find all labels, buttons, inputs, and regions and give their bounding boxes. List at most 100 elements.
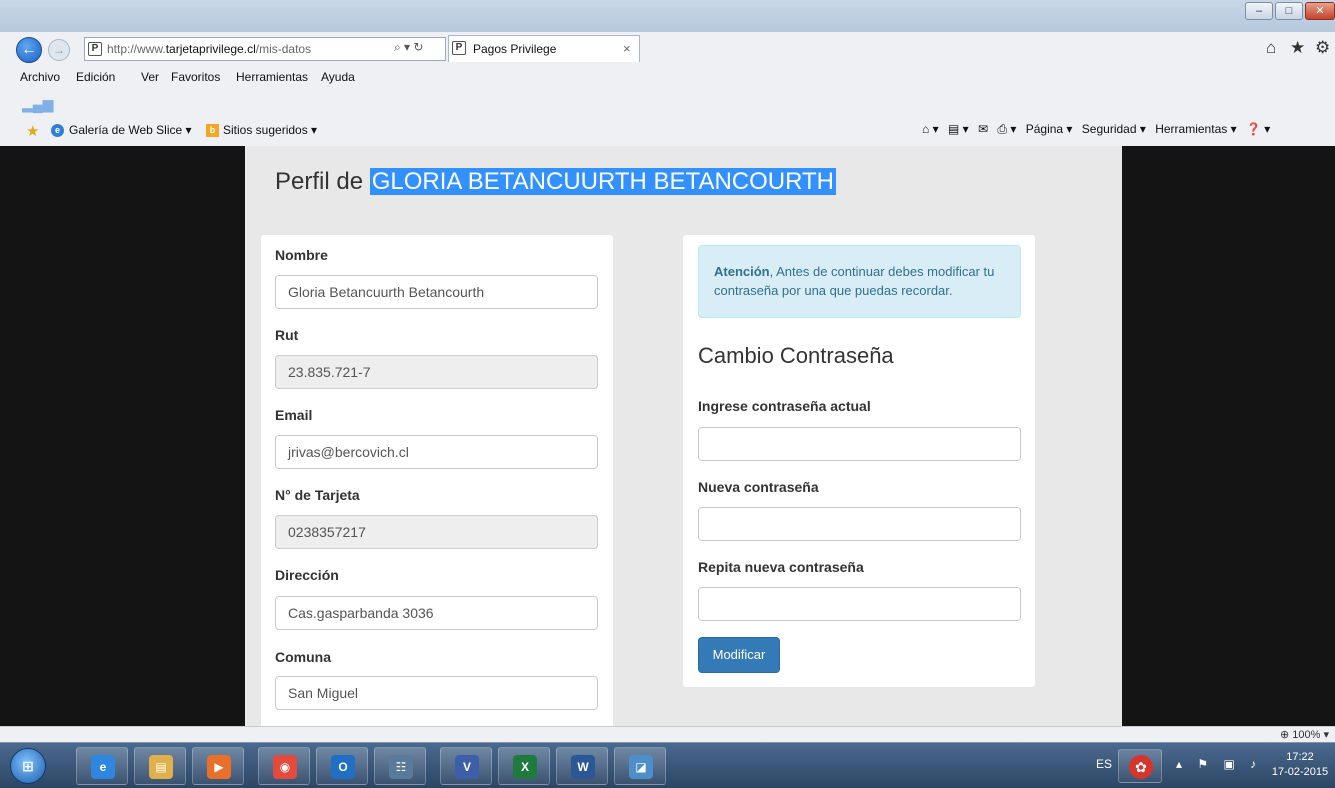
taskbar-app-media-player[interactable]: ▶ bbox=[192, 747, 244, 785]
taskbar-app-word[interactable]: W bbox=[556, 747, 608, 785]
start-button[interactable]: ⊞ bbox=[10, 748, 46, 784]
chrome-icon: ◉ bbox=[273, 755, 297, 779]
cmd-home-icon[interactable]: ⌂ ▾ bbox=[922, 122, 939, 136]
menu-edicion[interactable]: Edición bbox=[76, 70, 115, 84]
title-prefix: Perfil de bbox=[275, 168, 370, 195]
rut-label: Rut bbox=[275, 327, 299, 343]
site-favicon-icon: P bbox=[88, 42, 102, 56]
menu-ver[interactable]: Ver bbox=[141, 70, 159, 84]
tray-app-button[interactable]: ✿ bbox=[1118, 749, 1162, 783]
email-label: Email bbox=[275, 407, 313, 423]
attention-alert: Atención, Antes de continuar debes modif… bbox=[698, 245, 1021, 318]
modificar-button[interactable]: Modificar bbox=[698, 637, 780, 673]
suggested-sites-link[interactable]: Sitios sugeridos ▾ bbox=[223, 123, 317, 137]
tab-pagos-privilege[interactable]: Pagos Privilege bbox=[448, 35, 640, 62]
taskbar-app-excel[interactable]: X bbox=[498, 747, 550, 785]
folder-icon: ▤ bbox=[149, 755, 173, 779]
favorites-add-icon[interactable]: ★ bbox=[26, 122, 39, 140]
password-section-title: Cambio Contraseña bbox=[698, 343, 894, 368]
cmd-help-icon[interactable]: ❓ ▾ bbox=[1246, 122, 1270, 136]
taskbar-app-internet-explorer[interactable]: e bbox=[76, 747, 128, 785]
profile-name-highlighted: GLORIA BETANCUURTH BETANCOURTH bbox=[369, 168, 836, 195]
cmd-print-icon[interactable]: ⎙ ▾ bbox=[997, 122, 1016, 136]
email-field[interactable]: jrivas@bercovich.cl bbox=[275, 435, 598, 469]
taskbar-app-outlook[interactable]: O bbox=[316, 747, 368, 785]
new-password-input[interactable] bbox=[698, 507, 1021, 541]
favorites-bar: ★ e Galería de Web Slice ▾ b Sitios suge… bbox=[0, 118, 1335, 142]
taskbar-app-file-explorer[interactable]: ▤ bbox=[134, 747, 186, 785]
browser-chrome: – □ ✕ ← → http://www.tarjetaprivilege.cl… bbox=[0, 0, 1335, 146]
repeat-password-input[interactable] bbox=[698, 587, 1021, 621]
cmd-seguridad[interactable]: Seguridad ▾ bbox=[1082, 122, 1146, 136]
web-slice-gallery-link[interactable]: Galería de Web Slice ▾ bbox=[69, 123, 192, 137]
tab-close-icon[interactable]: × bbox=[623, 41, 631, 56]
alert-strong: Atención bbox=[714, 264, 770, 279]
taskbar-app-network[interactable]: ☷ bbox=[374, 747, 426, 785]
clock-date: 17-02-2015 bbox=[1271, 766, 1329, 778]
tray-app-icon: ✿ bbox=[1129, 755, 1153, 779]
nombre-label: Nombre bbox=[275, 247, 328, 263]
current-password-input[interactable] bbox=[698, 427, 1021, 461]
internet-explorer-icon: e bbox=[91, 755, 115, 779]
taskbar-app-chrome[interactable]: ◉ bbox=[258, 747, 310, 785]
gear-icon[interactable]: ⚙ bbox=[1315, 38, 1330, 58]
forward-button[interactable]: → bbox=[48, 39, 70, 61]
current-password-label: Ingrese contraseña actual bbox=[698, 398, 871, 414]
comuna-field[interactable]: San Miguel bbox=[275, 676, 598, 710]
page-viewport: Perfil de GLORIA BETANCUURTH BETANCOURTH… bbox=[0, 146, 1335, 726]
web-slice-icon: e bbox=[51, 124, 64, 137]
direccion-field[interactable]: Cas.gasparbanda 3036 bbox=[275, 596, 598, 630]
cmd-pagina[interactable]: Página ▾ bbox=[1026, 122, 1073, 136]
repeat-password-label: Repita nueva contraseña bbox=[698, 559, 864, 575]
cmd-feeds-icon[interactable]: ▤ ▾ bbox=[948, 122, 969, 136]
comuna-label: Comuna bbox=[275, 649, 331, 665]
maximize-button[interactable]: □ bbox=[1275, 2, 1303, 20]
tab-favicon-icon: P bbox=[452, 41, 466, 55]
new-password-label: Nueva contraseña bbox=[698, 479, 819, 495]
menu-herramientas[interactable]: Herramientas bbox=[236, 70, 308, 84]
page-title: Perfil de GLORIA BETANCUURTH BETANCOURTH bbox=[275, 168, 836, 196]
profile-data-card: Nombre Gloria Betancuurth Betancourth Ru… bbox=[261, 235, 613, 726]
notes-icon: ◪ bbox=[629, 755, 653, 779]
cmd-herramientas[interactable]: Herramientas ▾ bbox=[1155, 122, 1236, 136]
network-icon: ☷ bbox=[389, 755, 413, 779]
profile-page: Perfil de GLORIA BETANCUURTH BETANCOURTH… bbox=[245, 146, 1122, 726]
close-window-button[interactable]: ✕ bbox=[1305, 2, 1335, 20]
cmd-mail-icon[interactable]: ✉ bbox=[978, 122, 988, 136]
excel-icon: X bbox=[513, 755, 537, 779]
system-tray-icons[interactable]: ▴ ⚑ ▣ ♪ bbox=[1176, 757, 1262, 771]
nombre-field[interactable]: Gloria Betancuurth Betancourth bbox=[275, 275, 598, 309]
signal-bars-icon: ▂▄▆ bbox=[22, 96, 54, 112]
command-bar: ⌂ ▾ ▤ ▾ ✉ ⎙ ▾ Página ▾ Seguridad ▾ Herra… bbox=[922, 122, 1276, 137]
status-bar: ⊕ 100% ▾ bbox=[0, 726, 1335, 742]
taskbar-app-visio[interactable]: V bbox=[440, 747, 492, 785]
word-icon: W bbox=[571, 755, 595, 779]
media-player-icon: ▶ bbox=[207, 755, 231, 779]
menu-ayuda[interactable]: Ayuda bbox=[321, 70, 355, 84]
back-button[interactable]: ← bbox=[16, 37, 42, 63]
visio-icon: V bbox=[455, 755, 479, 779]
menu-archivo[interactable]: Archivo bbox=[20, 70, 60, 84]
bing-icon: b bbox=[206, 124, 219, 137]
clock-time: 17:22 bbox=[1286, 751, 1314, 763]
home-icon[interactable]: ⌂ bbox=[1266, 38, 1276, 58]
address-bar[interactable]: http://www.tarjetaprivilege.cl/mis-datos bbox=[84, 37, 446, 61]
language-indicator[interactable]: ES bbox=[1096, 757, 1112, 771]
rut-field: 23.835.721-7 bbox=[275, 355, 598, 389]
clock[interactable]: 17:22 17-02-2015 bbox=[1267, 750, 1333, 780]
minimize-button[interactable]: – bbox=[1245, 2, 1273, 20]
taskbar-app-notes[interactable]: ◪ bbox=[614, 747, 666, 785]
address-search-refresh-icons[interactable]: ⌕ ▾ ↻ bbox=[394, 40, 423, 55]
zoom-control[interactable]: ⊕ 100% ▾ bbox=[1280, 728, 1329, 741]
url-path: /mis-datos bbox=[255, 42, 312, 56]
outlook-icon: O bbox=[331, 755, 355, 779]
menu-favoritos[interactable]: Favoritos bbox=[171, 70, 220, 84]
url-prefix: http://www. bbox=[107, 42, 166, 56]
password-change-card: Atención, Antes de continuar debes modif… bbox=[683, 235, 1035, 687]
favorites-star-icon[interactable]: ★ bbox=[1290, 38, 1305, 58]
tarjeta-field: 0238357217 bbox=[275, 515, 598, 549]
direccion-label: Dirección bbox=[275, 567, 339, 583]
window-titlebar bbox=[0, 0, 1335, 32]
url-domain: tarjetaprivilege.cl bbox=[165, 42, 256, 56]
windows-taskbar: ⊞ e ▤ ▶ ◉ O ☷ V X W ◪ ES ✿ ▴ ⚑ ▣ ♪ 17:22… bbox=[0, 742, 1335, 788]
